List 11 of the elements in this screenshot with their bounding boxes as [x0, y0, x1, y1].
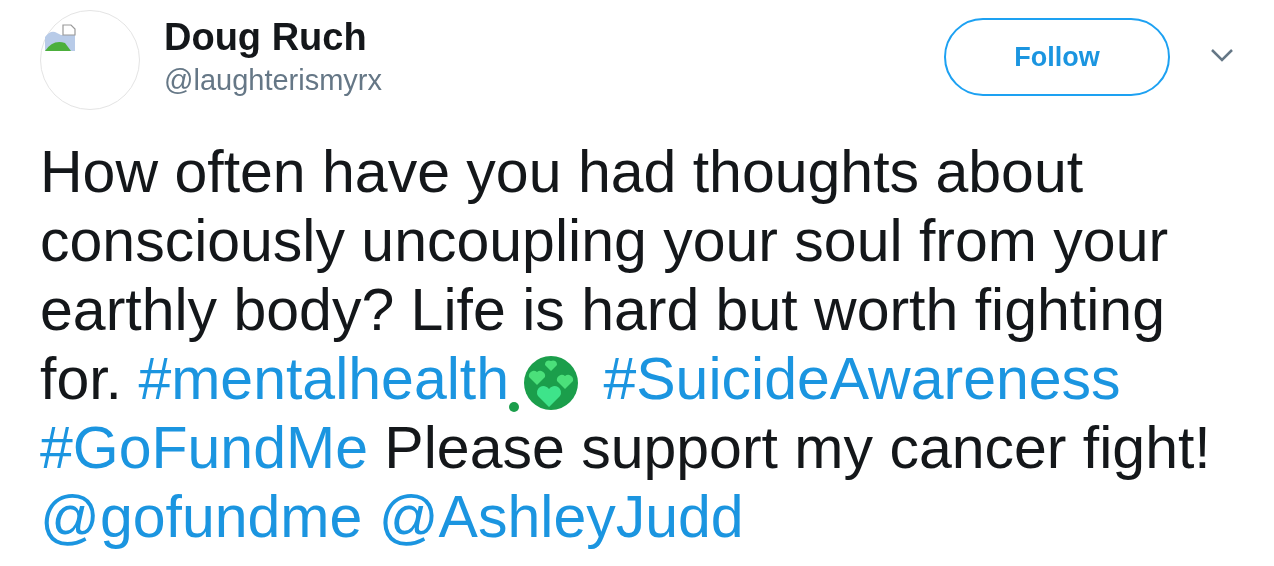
- follow-button[interactable]: Follow: [944, 18, 1170, 96]
- hashtag-link[interactable]: #SuicideAwareness: [603, 346, 1121, 412]
- broken-image-icon: [43, 23, 77, 53]
- author-handle: @laughterismyrx: [164, 63, 382, 98]
- hashtag-link[interactable]: @gofundme: [40, 484, 363, 550]
- hashtag-link[interactable]: #mentalhealth: [138, 346, 510, 412]
- hashtag-link[interactable]: #GoFundMe: [40, 415, 368, 481]
- author-name: Doug Ruch: [164, 16, 368, 58]
- tweet-text: How often have you had thoughts about consciously uncoupling your soul from your earthly body? Life is hard but worth fighting for. #mentalhealth #SuicideAwareness #GoFundMe Please support my cancer fight! @gofundme @AshleyJudd: [40, 138, 1212, 552]
- hashtag-link[interactable]: @AshleyJudd: [378, 484, 744, 550]
- chevron-down-icon[interactable]: [1210, 48, 1234, 62]
